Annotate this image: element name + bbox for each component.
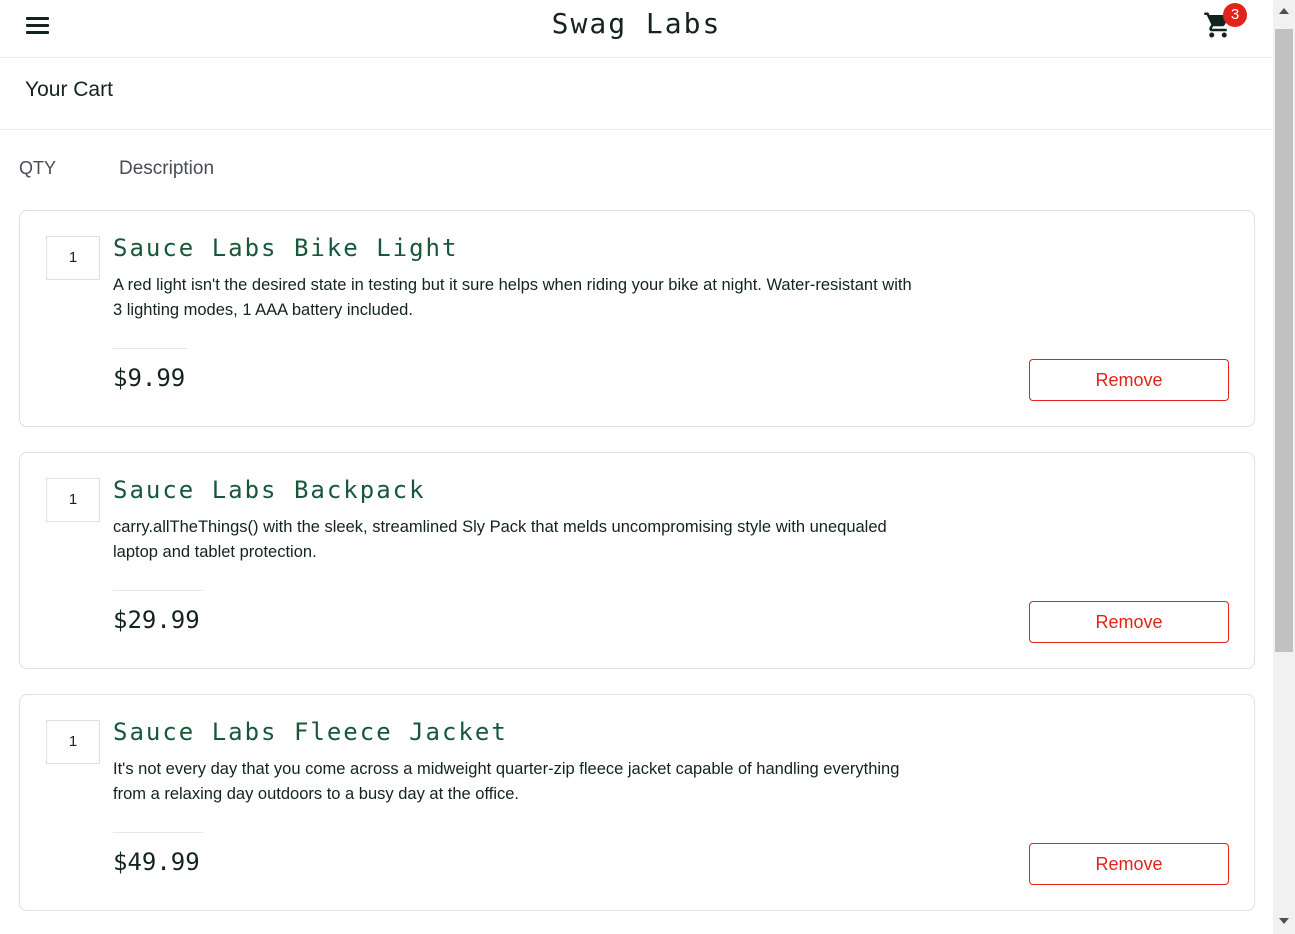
item-description: It's not every day that you come across … bbox=[113, 760, 900, 803]
page-title: Your Cart bbox=[25, 78, 113, 101]
vertical-scrollbar[interactable] bbox=[1273, 0, 1295, 934]
scroll-down-arrow-icon[interactable] bbox=[1279, 918, 1289, 924]
price-divider bbox=[113, 590, 203, 591]
price-divider bbox=[113, 348, 187, 349]
remove-button[interactable]: Remove bbox=[1029, 601, 1229, 643]
item-price: $29.99 bbox=[113, 606, 200, 634]
cart-item: 1 Sauce Labs Fleece Jacket It's not ever… bbox=[19, 694, 1255, 911]
primary-header: Swag Labs 3 bbox=[0, 0, 1273, 58]
price-divider bbox=[113, 832, 203, 833]
app-logo: Swag Labs bbox=[551, 7, 722, 40]
item-description: carry.allTheThings() with the sleek, str… bbox=[113, 518, 887, 561]
item-price: $49.99 bbox=[113, 848, 200, 876]
secondary-header: Your Cart bbox=[0, 58, 1273, 130]
item-description: A red light isn't the desired state in t… bbox=[113, 276, 912, 319]
shopping-cart-badge: 3 bbox=[1223, 3, 1247, 27]
item-quantity: 1 bbox=[46, 236, 100, 280]
item-name-link[interactable]: Sauce Labs Bike Light bbox=[113, 231, 458, 265]
item-quantity: 1 bbox=[46, 478, 100, 522]
shopping-cart-link[interactable]: 3 bbox=[1203, 3, 1249, 40]
scroll-up-arrow-icon[interactable] bbox=[1279, 8, 1289, 14]
remove-button[interactable]: Remove bbox=[1029, 843, 1229, 885]
remove-button[interactable]: Remove bbox=[1029, 359, 1229, 401]
cart-item: 1 Sauce Labs Bike Light A red light isn'… bbox=[19, 210, 1255, 427]
description-column-label: Description bbox=[119, 158, 215, 179]
cart-page: Swag Labs 3 Your Cart QTY Description 1 … bbox=[0, 0, 1273, 934]
scrollbar-thumb[interactable] bbox=[1275, 29, 1293, 652]
item-price: $9.99 bbox=[113, 364, 186, 392]
quantity-column-label: QTY bbox=[19, 158, 57, 178]
item-name-link[interactable]: Sauce Labs Backpack bbox=[113, 473, 426, 507]
item-quantity: 1 bbox=[46, 720, 100, 764]
item-name-link[interactable]: Sauce Labs Fleece Jacket bbox=[113, 715, 508, 749]
cart-item: 1 Sauce Labs Backpack carry.allTheThings… bbox=[19, 452, 1255, 669]
